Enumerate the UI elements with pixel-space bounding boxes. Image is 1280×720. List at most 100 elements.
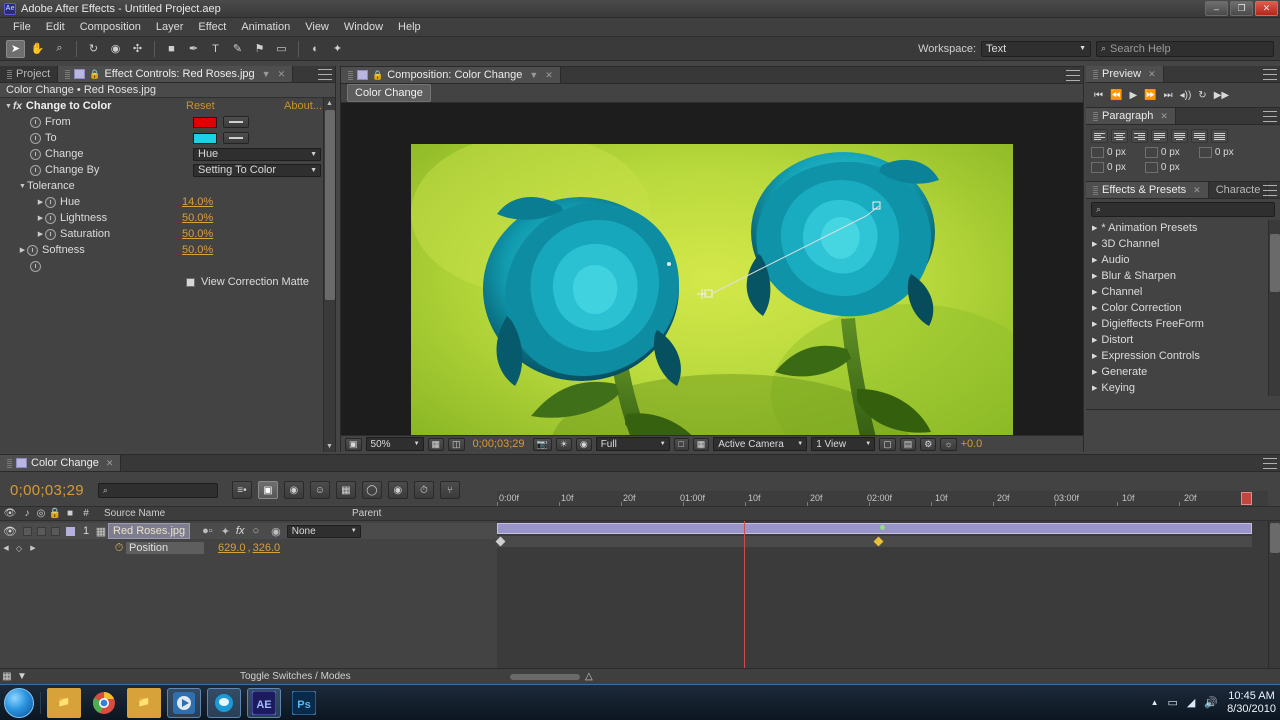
stopwatch-icon[interactable] [27, 244, 38, 256]
time-ruler[interactable]: 0:00f 10f 20f 01:00f 10f 20f 02:00f 10f … [497, 491, 1268, 506]
effects-category-list[interactable]: ▶ * Animation Presets ▶ 3D Channel ▶ Aud… [1086, 220, 1280, 396]
expand-arrow-icon[interactable]: ▶ [1092, 384, 1097, 392]
expand-arrow-icon[interactable]: ▶ [1092, 224, 1097, 232]
timeline-search-input[interactable]: ⌕ [97, 482, 218, 498]
stopwatch-icon[interactable] [30, 164, 41, 176]
composition-mini-flowchart-icon[interactable]: ▣ [257, 481, 278, 499]
space-after-field[interactable]: 0 px [1144, 162, 1180, 173]
layer-visibility-toggle[interactable]: 👁 [0, 525, 20, 538]
change-dropdown[interactable]: Hue ▼ [193, 147, 321, 161]
about-button[interactable]: About... [284, 100, 322, 112]
property-value-position-x[interactable]: 629.0 [218, 542, 246, 554]
workspace-select[interactable]: Text ▼ [981, 40, 1091, 57]
justify-last-left-icon[interactable] [1151, 129, 1168, 143]
eyedropper-to-icon[interactable] [223, 132, 249, 144]
layer-switch-motionblur-icon[interactable]: ○ [252, 525, 259, 537]
expand-arrow-icon[interactable]: ▶ [1092, 256, 1097, 264]
stopwatch-icon[interactable] [45, 228, 56, 240]
magnification-icon[interactable]: ▣ [345, 437, 362, 451]
shape-tool-icon[interactable]: ■ [162, 40, 181, 58]
mask-visibility-icon[interactable]: □ [673, 437, 689, 451]
pan-behind-tool-icon[interactable]: ✣ [128, 40, 147, 58]
chevron-down-icon[interactable]: ▼ [529, 70, 538, 80]
stopwatch-icon[interactable] [45, 196, 56, 208]
expand-arrow-icon[interactable]: ▶ [1092, 368, 1097, 376]
close-icon[interactable]: ✕ [1193, 185, 1201, 196]
reset-button[interactable]: Reset [186, 100, 215, 112]
timeline-zoom-in-icon[interactable]: △ [585, 671, 593, 682]
last-frame-button[interactable]: ⏭ [1164, 90, 1173, 101]
frame-blending-icon[interactable]: ▦ [335, 481, 356, 499]
views-select[interactable]: 1 View ▼ [811, 437, 876, 451]
keyframe-toggle-icon[interactable]: ◇ [12, 544, 26, 553]
keyframe-next-icon[interactable]: ▶ [26, 544, 40, 552]
first-frame-button[interactable]: ⏮ [1094, 90, 1103, 101]
disclosure-triangle-icon[interactable] [36, 198, 45, 206]
stopwatch-icon[interactable] [30, 148, 41, 160]
pixel-aspect-icon[interactable]: ▢ [879, 437, 896, 451]
exposure-icon[interactable]: ☼ [940, 437, 957, 451]
effects-list-scrollbar[interactable] [1268, 220, 1280, 396]
network-icon[interactable]: ◢ [1187, 696, 1195, 709]
tab-character[interactable]: Characte [1208, 182, 1269, 198]
grid-guides-icon[interactable]: ▦ [427, 437, 445, 451]
draft-3d-icon[interactable]: ◉ [283, 481, 304, 499]
category-generate[interactable]: ▶ Generate [1086, 364, 1280, 380]
after-effects-taskbar-icon[interactable]: AE [247, 687, 281, 718]
expand-arrow-icon[interactable]: ▶ [1092, 288, 1097, 296]
breadcrumb[interactable]: Color Change [347, 84, 431, 102]
change-by-dropdown[interactable]: Setting To Color ▼ [193, 163, 321, 177]
layer-switch-fx-icon[interactable]: fx [236, 525, 245, 537]
ram-preview-button[interactable]: ▶▶ [1214, 90, 1229, 101]
maximize-button[interactable]: ❐ [1230, 1, 1253, 16]
menu-view[interactable]: View [298, 19, 336, 35]
start-orb[interactable] [4, 687, 34, 718]
timeline-toggle-icon[interactable]: ▤ [899, 437, 917, 451]
property-value-position-y[interactable]: 326.0 [253, 542, 281, 554]
layer-parent-pickwhip-icon[interactable]: ◉ [271, 525, 281, 538]
disclosure-triangle-icon[interactable] [36, 230, 45, 238]
stopwatch-icon[interactable] [30, 260, 41, 272]
effect-header-row[interactable]: fx Change to Color Reset About... [0, 98, 335, 114]
audio-button[interactable]: ◂)) [1180, 90, 1192, 101]
indent-left-field[interactable]: 0 px [1091, 147, 1126, 158]
show-hidden-icons[interactable]: ▲ [1151, 698, 1159, 707]
region-of-interest-icon[interactable]: ◫ [448, 437, 465, 451]
timeline-track-area[interactable] [495, 521, 1268, 668]
category-audio[interactable]: ▶ Audio [1086, 252, 1280, 268]
param-value-hue[interactable]: 14.0% [182, 196, 213, 208]
color-swatch-to[interactable] [193, 132, 217, 144]
category-digieffects-freeform[interactable]: ▶ Digieffects FreeForm [1086, 316, 1280, 332]
layer-label-color[interactable] [62, 526, 78, 536]
layer-switch-transform-icon[interactable]: ●▫ [202, 525, 213, 537]
play-button[interactable]: ▶ [1129, 90, 1137, 101]
layer-audio-toggle[interactable] [20, 526, 34, 536]
menu-file[interactable]: File [6, 19, 38, 35]
category-expression-controls[interactable]: ▶ Expression Controls [1086, 348, 1280, 364]
layer-lock-toggle[interactable] [48, 526, 62, 536]
tab-composition[interactable]: 🔒 Composition: Color Change ▼ ✕ [341, 67, 561, 83]
disclosure-triangle-icon[interactable] [18, 246, 27, 254]
graph-editor-toggle[interactable]: ≡• [231, 481, 252, 499]
explorer-taskbar-icon[interactable]: 📁 [47, 687, 81, 718]
param-group-tolerance[interactable]: Tolerance [0, 178, 335, 194]
graph-editor-icon[interactable]: ⑂ [439, 481, 460, 499]
panel-menu-icon[interactable] [1263, 111, 1277, 122]
disclosure-triangle-icon[interactable] [4, 103, 13, 110]
stopwatch-icon[interactable] [45, 212, 56, 224]
effects-search-input[interactable]: ⌕ [1091, 202, 1275, 217]
tab-timeline-color-change[interactable]: Color Change ✕ [0, 455, 122, 471]
menu-effect[interactable]: Effect [191, 19, 233, 35]
expand-arrow-icon[interactable]: ▶ [1092, 304, 1097, 312]
panel-menu-icon[interactable] [1263, 458, 1277, 469]
indent-first-line-field[interactable]: 0 px [1091, 162, 1126, 173]
category-3d-channel[interactable]: ▶ 3D Channel [1086, 236, 1280, 252]
search-help-input[interactable]: ⌕ Search Help [1096, 40, 1274, 57]
expand-arrow-icon[interactable]: ▶ [1092, 352, 1097, 360]
hand-tool-icon[interactable]: ✋ [28, 40, 47, 58]
close-icon[interactable]: ✕ [1148, 69, 1156, 80]
category-keying[interactable]: ▶ Keying [1086, 380, 1280, 396]
timeline-zoom-out-icon[interactable]: ▼ [14, 671, 30, 682]
roto-brush-tool-icon[interactable]: ◐ [306, 40, 325, 58]
tab-preview[interactable]: Preview ✕ [1086, 66, 1164, 82]
